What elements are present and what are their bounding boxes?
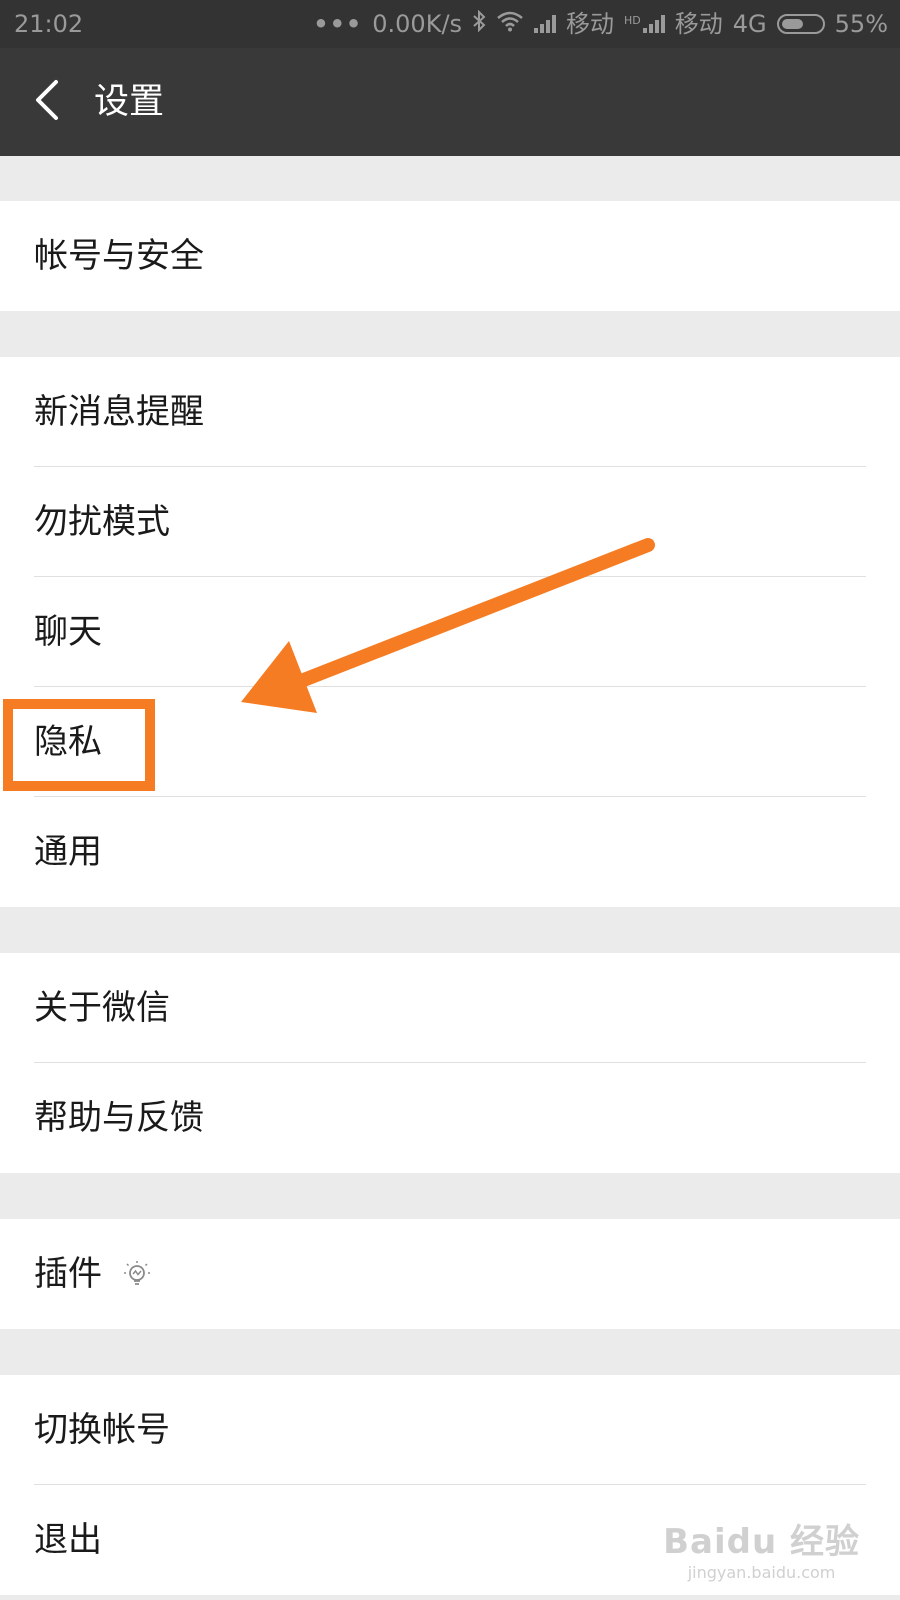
baidu-watermark: Baidu 经验 jingyan.baidu.com (663, 1514, 860, 1582)
menu-item-label: 通用 (34, 832, 102, 872)
watermark-sub: jingyan.baidu.com (687, 1563, 836, 1582)
status-time: 21:02 (14, 10, 84, 38)
menu-item-general[interactable]: 通用 (0, 797, 900, 907)
carrier-2: 移动 (674, 10, 723, 38)
menu-item-label: 退出 (34, 1520, 102, 1560)
signal-icon (534, 15, 557, 33)
watermark-main: Baidu 经验 (663, 1522, 860, 1562)
highlight-box (3, 699, 155, 791)
network-speed: 0.00K/s (372, 10, 463, 38)
menu-item-chat[interactable]: 聊天 (0, 577, 900, 687)
settings-group-about: 关于微信 帮助与反馈 (0, 953, 900, 1173)
settings-group-plugins: 插件 (0, 1219, 900, 1329)
menu-item-do-not-disturb[interactable]: 勿扰模式 (0, 467, 900, 577)
network-type: 4G (732, 10, 767, 38)
menu-item-account-security[interactable]: 帐号与安全 (0, 201, 900, 311)
menu-item-label: 插件 (34, 1254, 102, 1294)
menu-item-switch-account[interactable]: 切换帐号 (0, 1375, 900, 1485)
status-right: ••• 0.00K/s 移动 HD 移动 4G 55% (313, 0, 888, 48)
menu-item-about-wechat[interactable]: 关于微信 (0, 953, 900, 1063)
menu-item-plugins[interactable]: 插件 (0, 1219, 900, 1329)
more-dots-icon: ••• (313, 10, 363, 38)
wifi-icon (496, 0, 524, 48)
menu-item-label: 新消息提醒 (34, 392, 204, 432)
menu-item-label: 切换帐号 (34, 1410, 170, 1450)
status-bar: 21:02 ••• 0.00K/s 移动 HD 移动 4G 55% (0, 0, 900, 48)
battery-icon (776, 14, 825, 34)
battery-percent: 55% (834, 10, 888, 38)
menu-item-label: 勿扰模式 (34, 502, 170, 542)
settings-group-account: 帐号与安全 (0, 201, 900, 311)
hd-label: HD (624, 14, 641, 27)
settings-group-general: 新消息提醒 勿扰模式 聊天 隐私 通用 (0, 357, 900, 907)
lightbulb-icon (122, 1259, 152, 1289)
menu-item-notifications[interactable]: 新消息提醒 (0, 357, 900, 467)
header-bar: 设置 (0, 48, 900, 156)
page-title: 设置 (94, 82, 165, 122)
menu-item-label: 帐号与安全 (34, 236, 204, 276)
menu-item-label: 帮助与反馈 (34, 1098, 204, 1138)
bluetooth-icon (472, 0, 486, 48)
chevron-left-icon[interactable] (30, 78, 70, 126)
menu-item-label: 聊天 (34, 612, 102, 652)
hd-signal-icon: HD (624, 15, 665, 33)
menu-item-label: 关于微信 (34, 988, 170, 1028)
menu-item-help-feedback[interactable]: 帮助与反馈 (0, 1063, 900, 1173)
signal-icon-2 (642, 15, 665, 33)
carrier-1: 移动 (566, 10, 615, 38)
